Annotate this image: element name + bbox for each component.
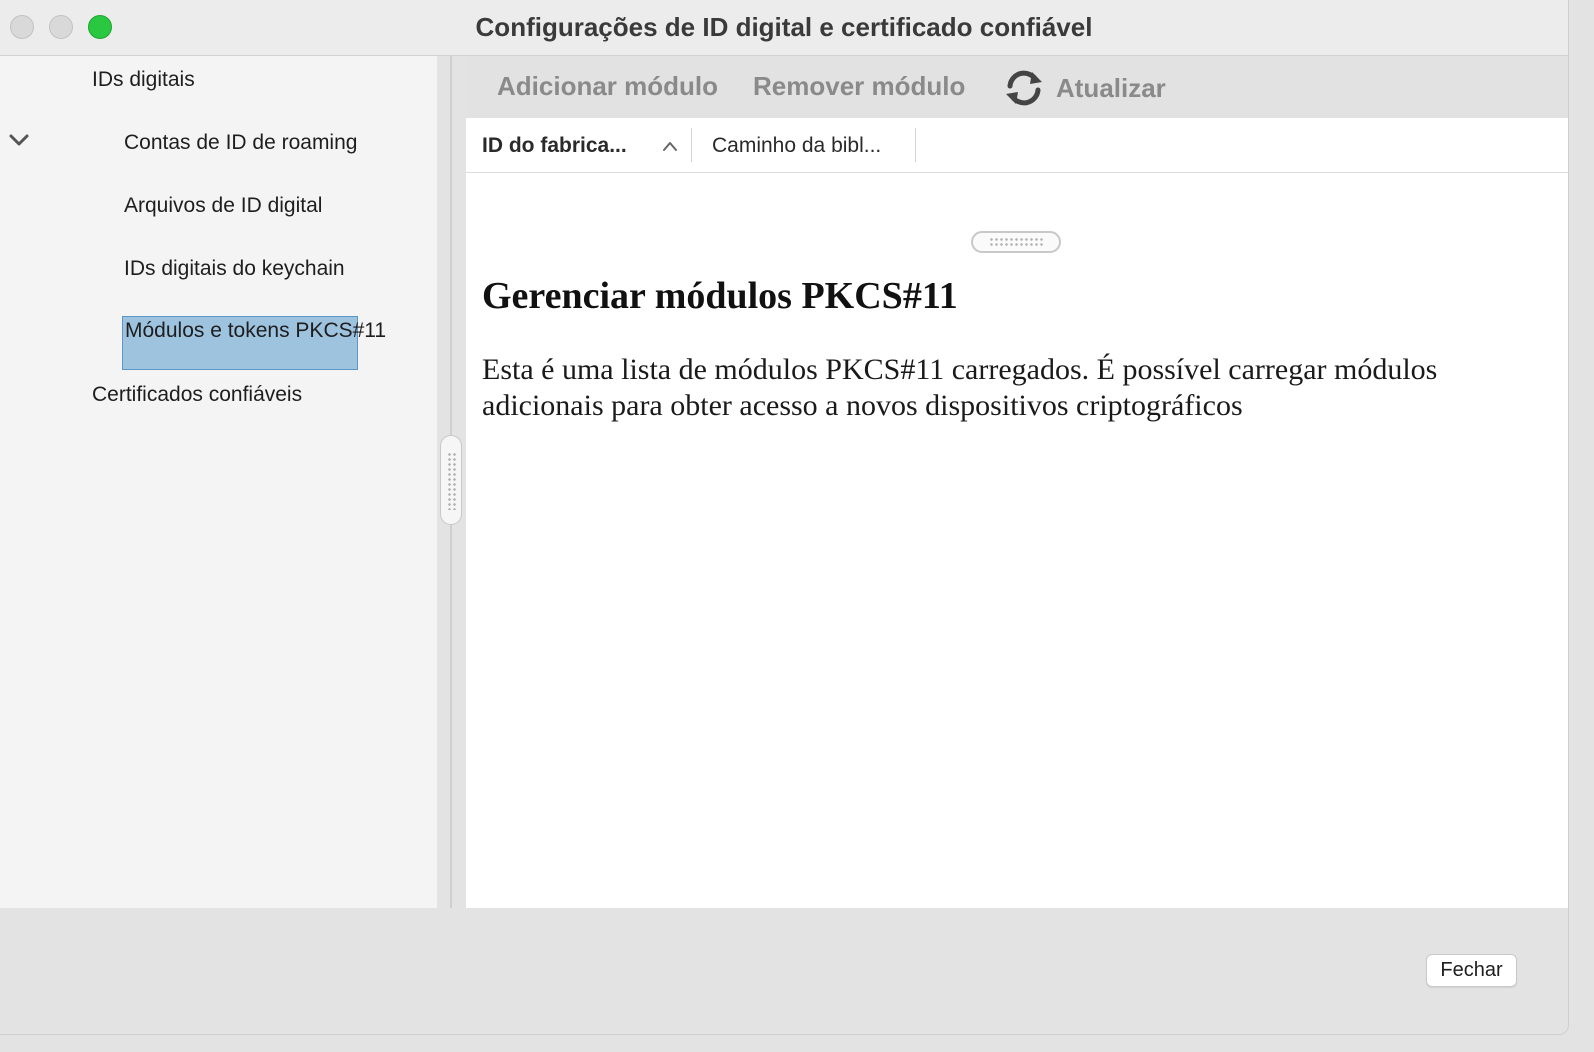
column-divider[interactable]	[691, 128, 692, 162]
sidebar-item-pkcs11[interactable]: Módulos e tokens PKCS#11	[122, 316, 386, 370]
sidebar-item-digital-ids[interactable]: IDs digitais	[92, 68, 195, 92]
main-panel: Adicionar módulo Remover módulo Atualiza…	[466, 56, 1568, 908]
grip-icon	[447, 452, 457, 510]
grip-icon	[989, 237, 1045, 247]
chevron-up-icon[interactable]	[662, 140, 678, 152]
refresh-icon[interactable]	[1002, 66, 1046, 110]
window-title: Configurações de ID digital e certificad…	[475, 12, 1093, 42]
remove-module-button[interactable]: Remover módulo	[753, 71, 965, 102]
column-header-manufacturer-id[interactable]: ID do fabrica...	[482, 134, 627, 158]
sidebar: IDs digitais Contas de ID de roaming Arq…	[0, 56, 437, 908]
splitter-handle[interactable]	[440, 435, 462, 525]
pane-resize-handle[interactable]	[971, 231, 1061, 253]
title-bar: Configurações de ID digital e certificad…	[0, 0, 1568, 56]
close-button[interactable]: Fechar	[1426, 954, 1517, 987]
description-text: Esta é uma lista de módulos PKCS#11 carr…	[482, 353, 1438, 422]
settings-window: Configurações de ID digital e certificad…	[0, 0, 1569, 1035]
add-module-button[interactable]: Adicionar módulo	[497, 71, 718, 102]
sidebar-item-keychain-ids[interactable]: IDs digitais do keychain	[124, 257, 345, 281]
sidebar-item-roaming-accounts[interactable]: Contas de ID de roaming	[124, 131, 357, 155]
sidebar-item-trusted-certificates[interactable]: Certificados confiáveis	[92, 383, 302, 407]
refresh-button[interactable]: Atualizar	[1056, 73, 1166, 104]
page-title: Gerenciar módulos PKCS#11	[482, 275, 958, 317]
column-divider[interactable]	[915, 128, 916, 162]
table-header: ID do fabrica... Caminho da bibl...	[466, 118, 1568, 173]
toolbar: Adicionar módulo Remover módulo Atualiza…	[466, 56, 1568, 118]
sidebar-item-digital-id-files[interactable]: Arquivos de ID digital	[124, 194, 322, 218]
column-header-library-path[interactable]: Caminho da bibl...	[712, 134, 881, 158]
chevron-down-icon[interactable]	[8, 132, 30, 148]
